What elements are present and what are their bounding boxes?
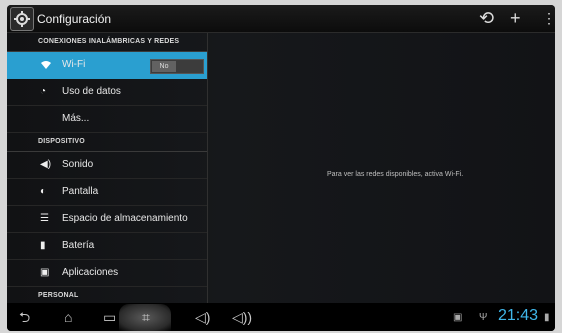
settings-list: CONEXIONES INALÁMBRICAS Y REDES Wi-Fi No…: [7, 33, 207, 306]
settings-item-storage[interactable]: ☰ Espacio de almacenamiento: [7, 206, 207, 233]
battery-label: Batería: [62, 240, 95, 251]
sync-icon[interactable]: ⟲: [479, 8, 494, 28]
back-icon[interactable]: ⮌: [19, 309, 30, 325]
speaker-icon: ◀): [40, 159, 52, 170]
display-label: Pantalla: [62, 186, 99, 197]
settings-item-more[interactable]: Más...: [7, 106, 207, 133]
tablet-screen: Configuración ⟲ + ⋮ CONEXIONES INALÁMBRI…: [7, 5, 555, 331]
overflow-menu-icon[interactable]: ⋮: [542, 8, 555, 28]
pane-divider: [207, 33, 208, 303]
screenshot-icon: ⌗: [142, 309, 150, 325]
home-icon[interactable]: ⌂: [64, 309, 72, 325]
image-notification-icon: ▣: [453, 312, 463, 323]
clock: 21:43: [498, 307, 539, 324]
settings-item-apps[interactable]: ▣ Aplicaciones: [7, 260, 207, 287]
settings-item-wifi[interactable]: Wi-Fi No: [7, 52, 207, 79]
sound-label: Sonido: [62, 159, 94, 170]
system-navbar: ⮌ ⌂ ▭ ⌗ ◁) ◁)) ▣ Ψ 21:43 ▮: [7, 304, 555, 331]
storage-icon: ☰: [40, 213, 49, 224]
settings-item-sound[interactable]: ◀) Sonido: [7, 152, 207, 179]
add-icon[interactable]: +: [510, 8, 521, 28]
wifi-off-message: Para ver las redes disponibles, activa W…: [327, 171, 464, 178]
battery-status-icon: ▮: [544, 312, 550, 323]
volume-down-icon[interactable]: ◁): [195, 309, 210, 325]
more-label: Más...: [62, 113, 90, 124]
data-usage-label: Uso de datos: [62, 86, 121, 97]
wifi-toggle-knob: No: [152, 61, 176, 72]
volume-up-icon[interactable]: ◁)): [232, 309, 252, 325]
usb-icon: Ψ: [479, 312, 488, 323]
wifi-icon: [40, 59, 52, 71]
app-title: Configuración: [37, 12, 112, 26]
apps-label: Aplicaciones: [62, 267, 119, 278]
settings-content: CONEXIONES INALÁMBRICAS Y REDES Wi-Fi No…: [7, 33, 555, 306]
settings-item-battery[interactable]: ▮ Batería: [7, 233, 207, 260]
settings-item-display[interactable]: ◐ Pantalla: [7, 179, 207, 206]
wifi-label: Wi-Fi: [62, 59, 86, 70]
battery-icon: ▮: [40, 240, 46, 251]
gear-app-icon[interactable]: [10, 7, 34, 31]
storage-label: Espacio de almacenamiento: [62, 213, 188, 224]
brightness-icon: ◐: [40, 186, 47, 197]
apps-icon: ▣: [40, 267, 50, 278]
data-usage-icon: ◔: [40, 86, 47, 97]
wifi-toggle[interactable]: No: [150, 59, 204, 74]
action-bar: Configuración ⟲ + ⋮: [7, 5, 555, 33]
recent-apps-icon[interactable]: ▭: [103, 309, 116, 325]
settings-item-data-usage[interactable]: ◔ Uso de datos: [7, 79, 207, 106]
section-device-header: DISPOSITIVO: [7, 133, 207, 152]
section-wireless-header: CONEXIONES INALÁMBRICAS Y REDES: [7, 33, 207, 52]
